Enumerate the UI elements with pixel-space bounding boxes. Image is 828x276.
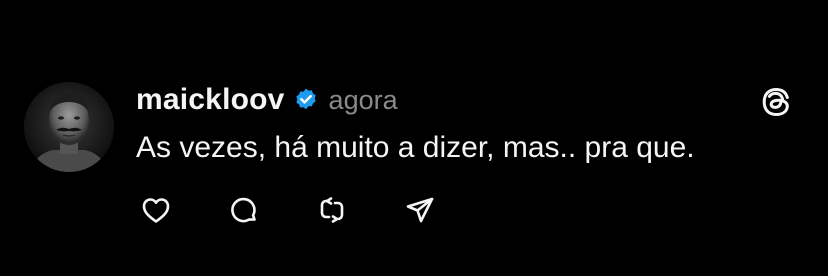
avatar-photo [24,82,114,172]
like-button[interactable] [136,190,176,230]
verified-badge-icon [293,87,319,113]
avatar[interactable] [24,82,114,172]
username[interactable]: maickloov [136,83,285,117]
timestamp: agora [328,84,398,115]
post-actions [136,190,440,230]
post-text: As vezes, há muito a dizer, mas.. pra qu… [136,131,695,164]
heart-icon [142,198,170,223]
reply-button[interactable] [224,190,264,230]
repost-icon [320,197,344,223]
post-header: maickloov agora [136,80,398,120]
share-button[interactable] [400,190,440,230]
threads-post: maickloov agora As vezes, há muito a diz… [0,0,828,276]
threads-logo-icon[interactable] [758,84,794,120]
send-icon [406,197,434,223]
repost-button[interactable] [312,190,352,230]
comment-bubble-icon [231,197,256,223]
